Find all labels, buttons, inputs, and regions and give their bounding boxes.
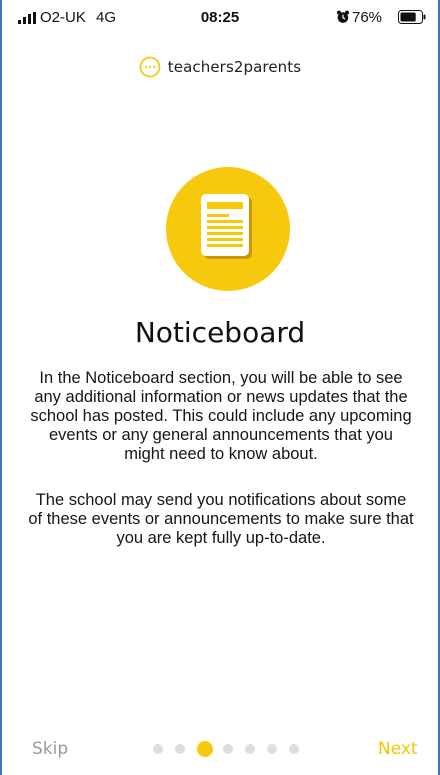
battery-icon <box>398 10 426 24</box>
page-dot <box>267 744 277 754</box>
document-icon <box>166 167 290 291</box>
page-dot-active <box>197 741 213 757</box>
page-indicator <box>153 741 313 757</box>
status-bar: O2-UK 4G 08:25 76% <box>0 0 440 34</box>
page-dot <box>153 744 163 754</box>
page-title: Noticeboard <box>134 316 306 349</box>
page-dot <box>223 744 233 754</box>
skip-button[interactable]: Skip <box>32 739 68 759</box>
description-paragraph-1: In the Noticeboard section, you will be … <box>30 369 412 463</box>
description-paragraph-2: The school may send you notifications ab… <box>28 491 414 547</box>
page-dot <box>245 744 255 754</box>
page-dot <box>175 744 185 754</box>
brand-header: teachers2parents <box>0 55 440 79</box>
frame-left-border <box>0 0 2 775</box>
battery-percentage: 76% <box>352 9 383 26</box>
next-button[interactable]: Next <box>378 739 418 759</box>
alarm-clock-icon <box>337 10 349 23</box>
page-dot <box>289 744 299 754</box>
brand-name: teachers2parents <box>167 58 302 76</box>
speech-bubble-dots-icon <box>139 56 161 78</box>
